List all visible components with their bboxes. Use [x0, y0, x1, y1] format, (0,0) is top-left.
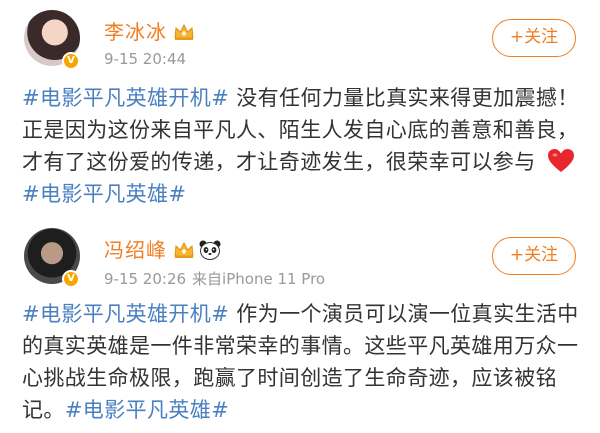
- post-content: #电影平凡英雄开机# 没有任何力量比真实来得更加震撼！正是因为这份来自平凡人、陌…: [22, 82, 582, 210]
- post-meta: 9-15 20:44: [104, 50, 186, 68]
- user-name[interactable]: 李冰冰: [104, 20, 167, 44]
- verified-badge-icon: V: [62, 270, 80, 288]
- weibo-post-1: V 李冰冰 9-15 20:44 +关注 #电影平凡英雄开机# 没有任何力量比真…: [0, 0, 600, 218]
- hashtag-link[interactable]: #电影平凡英雄开机#: [22, 86, 229, 110]
- follow-button[interactable]: +关注: [492, 237, 576, 275]
- timestamp: 9-15 20:26: [104, 270, 187, 288]
- hashtag-link[interactable]: #电影平凡英雄#: [65, 398, 229, 422]
- hashtag-link[interactable]: #电影平凡英雄#: [22, 182, 186, 206]
- follow-button[interactable]: +关注: [492, 19, 576, 57]
- weibo-post-2: V 冯绍峰 9-15 20:26 来自iPhone 11 Pro +关注 #电影平…: [0, 218, 600, 433]
- user-name[interactable]: 冯绍峰: [104, 238, 167, 262]
- hashtag-link[interactable]: #电影平凡英雄开机#: [22, 302, 229, 326]
- verified-badge-icon: V: [62, 52, 80, 70]
- panda-icon: [199, 240, 221, 260]
- post-source: 来自iPhone 11 Pro: [192, 270, 326, 288]
- user-name-row: 冯绍峰: [104, 234, 221, 263]
- user-name-row: 李冰冰: [104, 16, 195, 45]
- crown-icon: [174, 23, 194, 40]
- timestamp: 9-15 20:44: [104, 50, 187, 68]
- post-content: #电影平凡英雄开机# 作为一个演员可以演一位真实生活中的真实英雄是一件非常荣幸的…: [22, 298, 582, 426]
- heart-emoji: [547, 149, 574, 172]
- post-meta: 9-15 20:26 来自iPhone 11 Pro: [104, 268, 325, 289]
- crown-icon: [174, 241, 194, 258]
